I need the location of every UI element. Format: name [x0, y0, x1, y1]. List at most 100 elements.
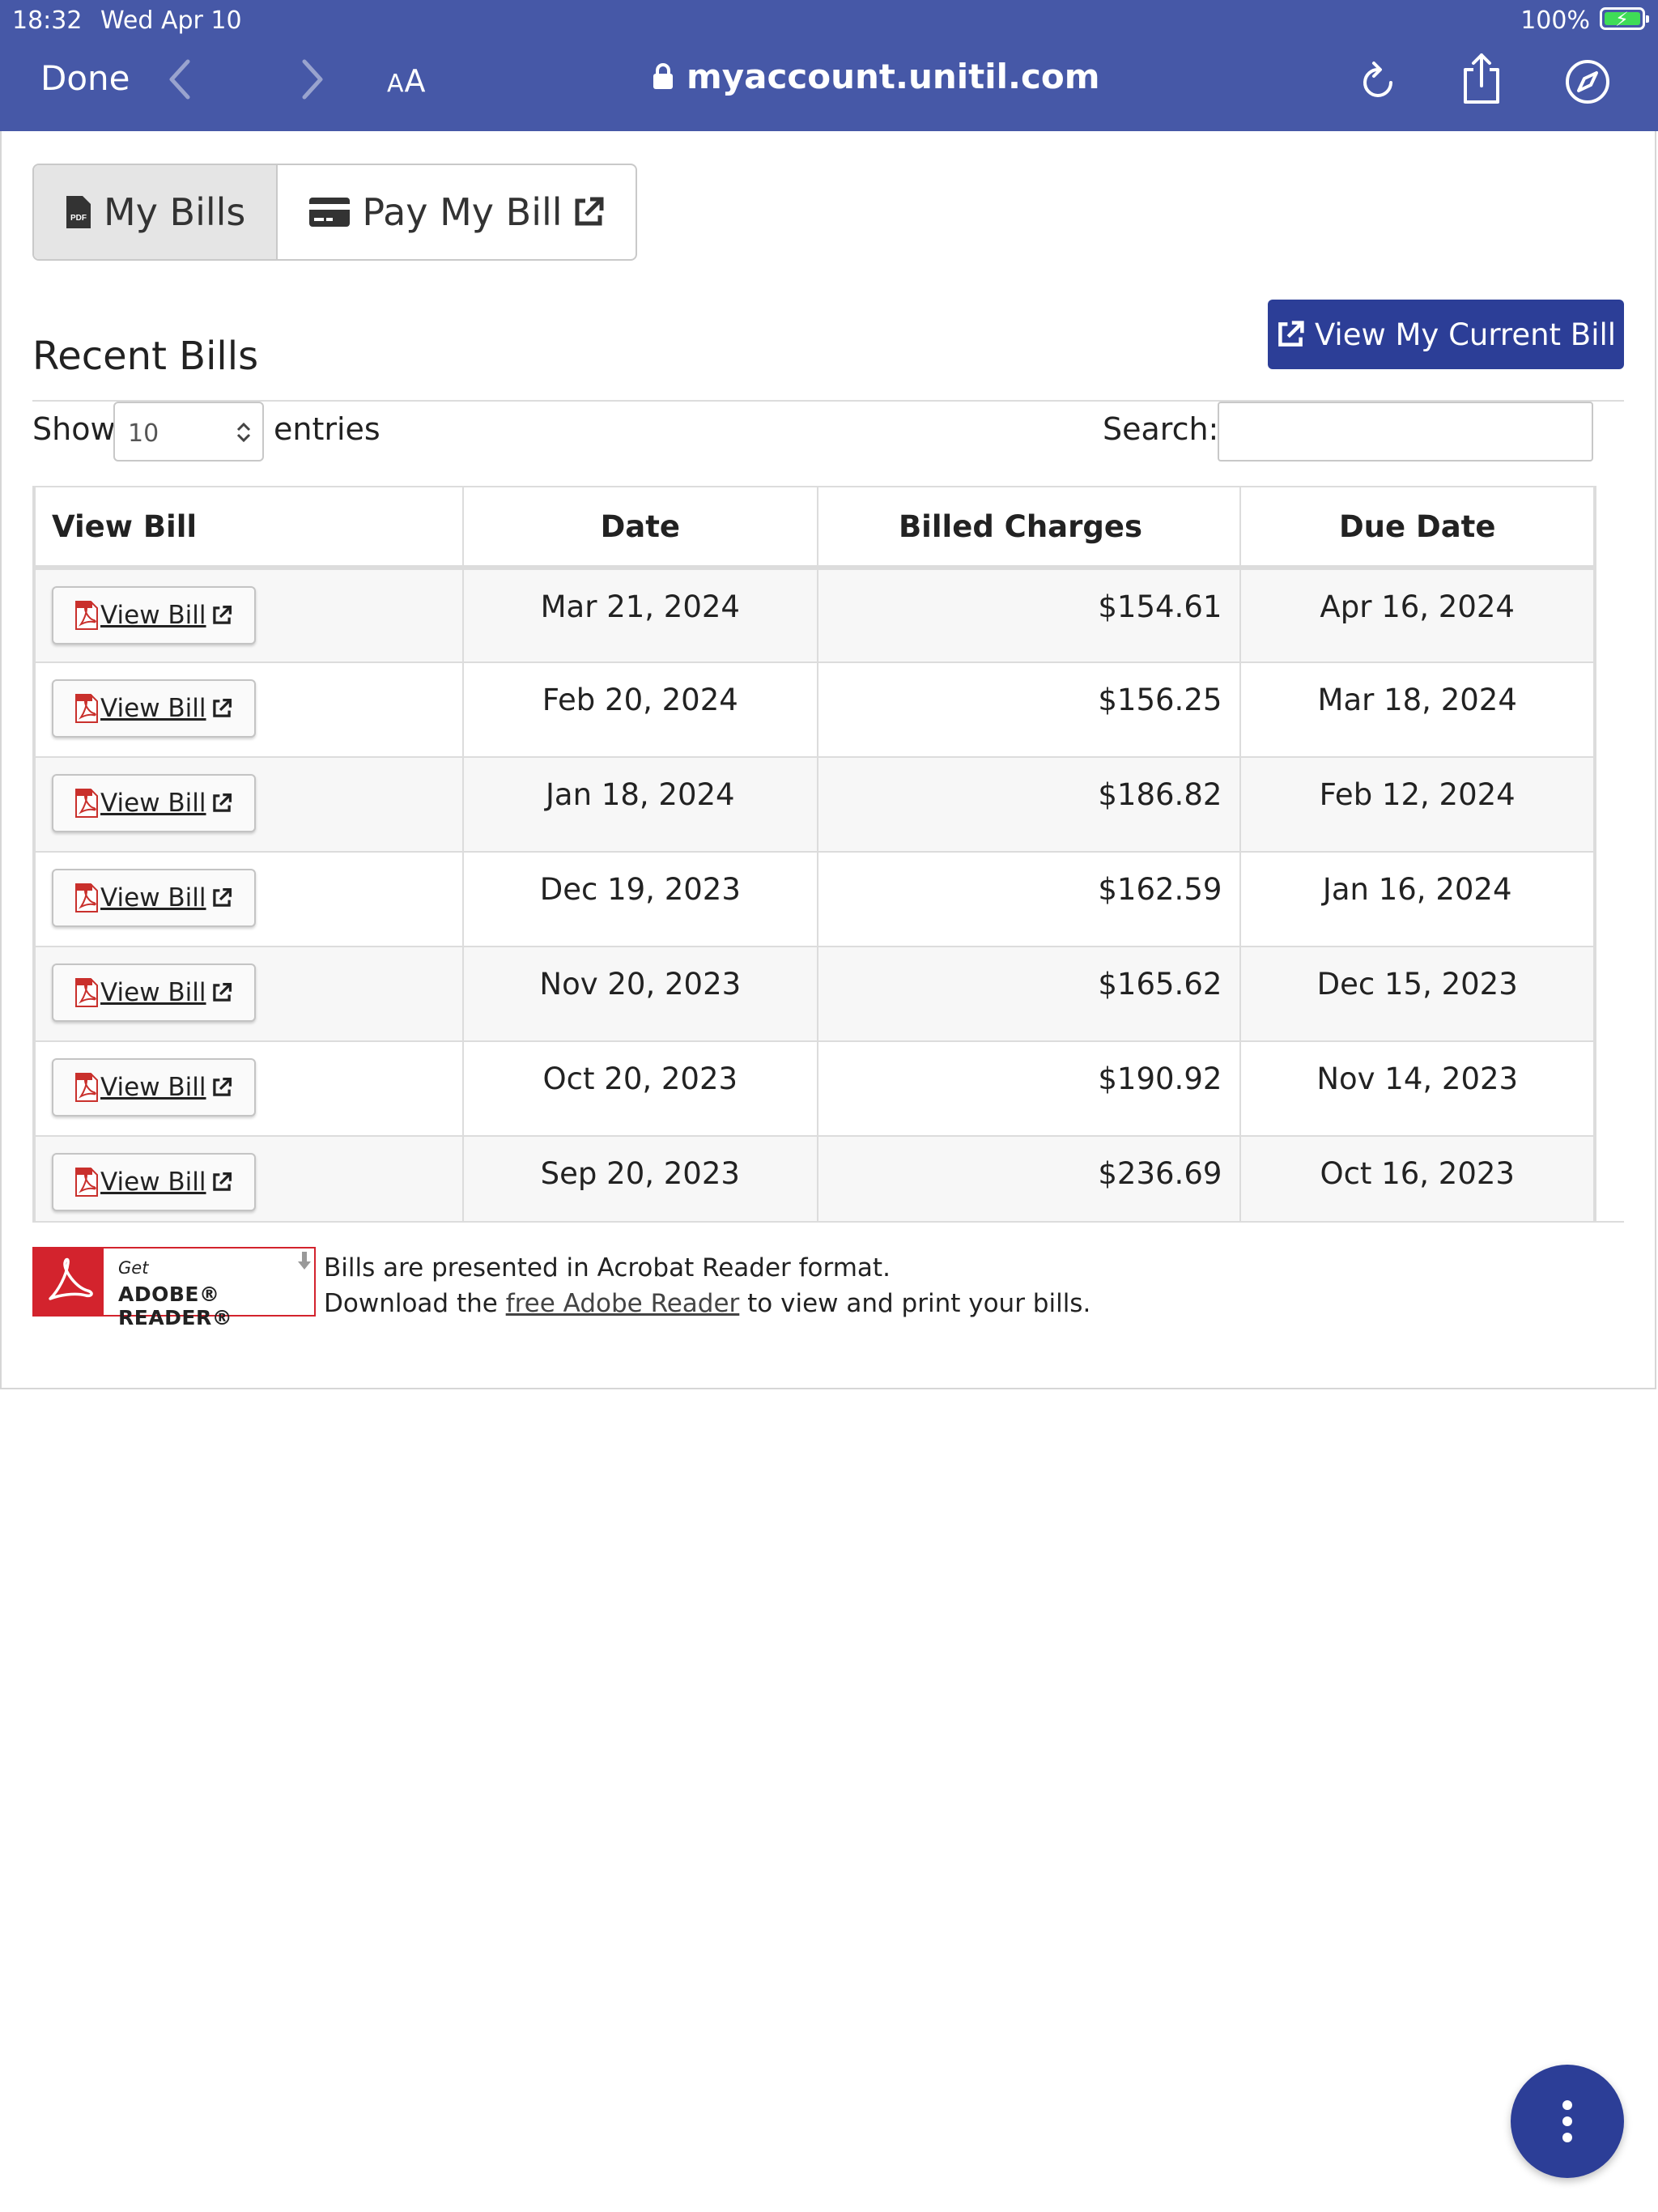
pdf-icon	[75, 789, 98, 818]
lock-icon	[653, 63, 673, 89]
download-arrow-icon	[298, 1252, 311, 1270]
billed-charges: $190.92	[816, 1040, 1242, 1137]
view-bill-label: View Bill	[100, 1073, 206, 1102]
billed-charges: $186.82	[816, 756, 1242, 853]
adobe-logo	[34, 1249, 104, 1315]
status-time: 18:32	[12, 6, 83, 35]
table-row: View Bill Mar 21, 2024 $154.61 Apr 16, 2024	[34, 567, 1595, 663]
external-link-icon	[212, 698, 232, 717]
header-date[interactable]: Date	[462, 486, 818, 570]
header-view-bill[interactable]: View Bill	[34, 486, 465, 570]
billed-charges: $162.59	[816, 851, 1242, 947]
entries-select-value: 10	[128, 419, 159, 448]
view-bill-button[interactable]: View Bill	[52, 869, 256, 927]
view-bill-label: View Bill	[100, 978, 206, 1007]
view-bill-cell: View Bill	[34, 851, 465, 947]
view-bill-cell: View Bill	[34, 567, 465, 663]
pdf-icon	[75, 978, 98, 1007]
pdf-icon	[75, 883, 98, 912]
view-bill-cell: View Bill	[34, 756, 465, 853]
bill-date: Dec 19, 2023	[462, 851, 818, 947]
url-text: myaccount.unitil.com	[687, 57, 1100, 96]
free-adobe-reader-link[interactable]: free Adobe Reader	[506, 1289, 740, 1318]
svg-text:PDF: PDF	[70, 214, 87, 223]
entries-select[interactable]: 10	[113, 402, 264, 462]
view-bill-label: View Bill	[100, 1168, 206, 1197]
bill-date: Feb 20, 2024	[462, 661, 818, 758]
more-options-button[interactable]	[1511, 2065, 1624, 2178]
view-bill-button[interactable]: View Bill	[52, 774, 256, 832]
address-bar[interactable]: myaccount.unitil.com	[653, 57, 1100, 96]
external-link-icon	[212, 793, 232, 812]
billed-charges: $154.61	[816, 567, 1242, 663]
external-link-icon	[212, 605, 232, 624]
due-date: Mar 18, 2024	[1239, 661, 1595, 758]
browser-toolbar: 18:32 Wed Apr 10 100% ⚡ Done AA myaccoun…	[0, 0, 1658, 131]
due-date: Oct 16, 2023	[1239, 1135, 1595, 1221]
billed-charges: $236.69	[816, 1135, 1242, 1221]
view-bill-button[interactable]: View Bill	[52, 1058, 256, 1117]
bill-date: Mar 21, 2024	[462, 567, 818, 663]
external-link-icon	[212, 1172, 232, 1191]
due-date: Apr 16, 2024	[1239, 567, 1595, 663]
bills-table: View Bill Date Billed Charges Due Date V…	[32, 486, 1596, 1221]
view-current-bill-button[interactable]: View My Current Bill	[1268, 300, 1624, 369]
battery-icon: ⚡	[1600, 7, 1649, 31]
pdf-icon	[75, 1073, 98, 1102]
badge-get-text: Get	[118, 1258, 149, 1278]
external-link-icon	[212, 982, 232, 1002]
table-header-row: View Bill Date Billed Charges Due Date	[34, 486, 1595, 570]
get-adobe-reader-badge[interactable]: Get ADOBE® READER®	[32, 1247, 316, 1329]
battery-percentage: 100%	[1520, 6, 1590, 35]
table-row: View Bill Oct 20, 2023 $190.92 Nov 14, 2023	[34, 1040, 1595, 1137]
billed-charges: $156.25	[816, 661, 1242, 758]
view-bill-cell: View Bill	[34, 1135, 465, 1221]
external-link-icon	[575, 197, 604, 226]
view-bill-label: View Bill	[100, 883, 206, 912]
tab-pay-my-bill[interactable]: Pay My Bill	[278, 165, 635, 259]
pdf-icon	[75, 694, 98, 723]
header-billed-charges[interactable]: Billed Charges	[816, 486, 1242, 570]
show-label: Show	[32, 411, 116, 447]
pdf-file-icon: PDF	[66, 196, 91, 228]
status-date: Wed Apr 10	[100, 6, 242, 35]
view-bill-button[interactable]: View Bill	[52, 1153, 256, 1211]
search-input[interactable]	[1218, 402, 1593, 462]
bill-date: Sep 20, 2023	[462, 1135, 818, 1221]
view-bill-button[interactable]: View Bill	[52, 963, 256, 1022]
pdf-icon	[75, 601, 98, 630]
header-due-date[interactable]: Due Date	[1239, 486, 1595, 570]
select-chevron-icon	[236, 422, 251, 443]
view-bill-button[interactable]: View Bill	[52, 586, 256, 644]
compass-icon[interactable]	[1564, 58, 1611, 105]
view-bill-button[interactable]: View Bill	[52, 679, 256, 738]
section-title: Recent Bills	[32, 334, 259, 379]
done-button[interactable]: Done	[40, 58, 130, 98]
view-bill-cell: View Bill	[34, 661, 465, 758]
external-link-icon	[212, 1077, 232, 1096]
billed-charges: $165.62	[816, 946, 1242, 1042]
adobe-note: Bills are presented in Acrobat Reader fo…	[324, 1250, 1090, 1321]
forward-arrow-icon[interactable]	[293, 57, 330, 102]
tab-pay-my-bill-label: Pay My Bill	[362, 190, 563, 234]
table-row: View Bill Nov 20, 2023 $165.62 Dec 15, 2023	[34, 946, 1595, 1042]
back-arrow-icon[interactable]	[162, 57, 199, 102]
view-bill-label: View Bill	[100, 694, 206, 723]
reload-icon[interactable]	[1360, 60, 1397, 100]
tab-my-bills-label: My Bills	[104, 190, 246, 234]
search-label: Search:	[1103, 411, 1219, 447]
text-size-button[interactable]: AA	[387, 63, 427, 99]
due-date: Feb 12, 2024	[1239, 756, 1595, 853]
due-date: Dec 15, 2023	[1239, 946, 1595, 1042]
due-date: Jan 16, 2024	[1239, 851, 1595, 947]
share-icon[interactable]	[1459, 52, 1504, 105]
view-bill-label: View Bill	[100, 789, 206, 818]
pdf-icon	[75, 1168, 98, 1197]
table-row: View Bill Dec 19, 2023 $162.59 Jan 16, 2024	[34, 851, 1595, 947]
bill-date: Nov 20, 2023	[462, 946, 818, 1042]
external-link-icon	[1278, 321, 1304, 347]
external-link-icon	[212, 887, 232, 907]
tab-my-bills[interactable]: PDF My Bills	[34, 165, 278, 259]
table-bottom-border	[32, 1221, 1624, 1223]
bill-date: Jan 18, 2024	[462, 756, 818, 853]
